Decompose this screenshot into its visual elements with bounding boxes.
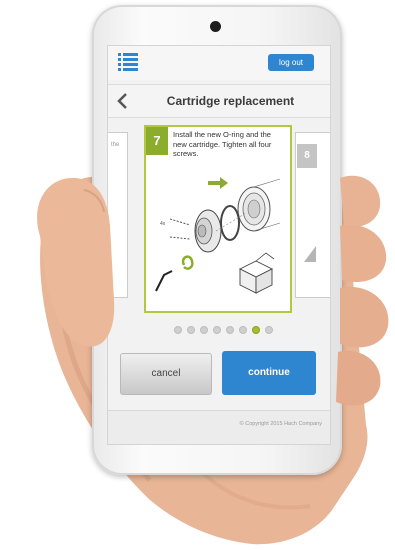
fingers-illustration: [37, 175, 389, 406]
photo-scene: log out Cartridge replacement the 7 Inst…: [0, 0, 395, 550]
